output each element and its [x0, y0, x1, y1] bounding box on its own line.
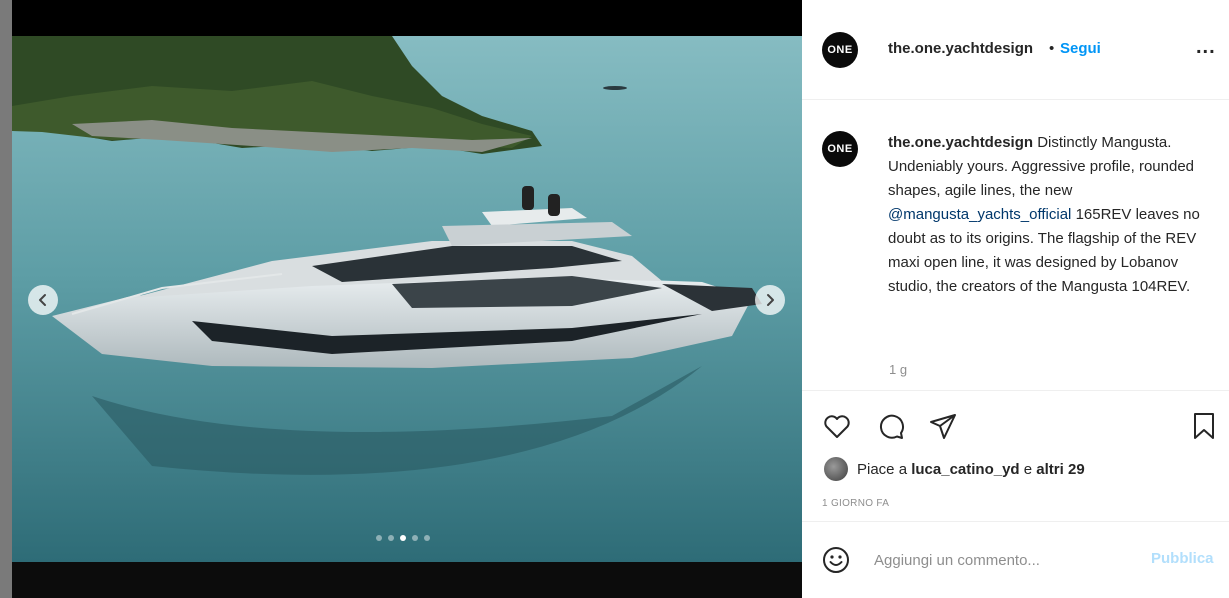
likes-joiner: e — [1023, 460, 1033, 478]
likes-others-link[interactable]: altri 29 — [1036, 461, 1084, 478]
comment-composer: Pubblica — [802, 521, 1229, 598]
paper-plane-icon[interactable] — [928, 411, 958, 441]
post-header: ONE the.one.yachtdesign • Segui ... — [802, 0, 1229, 100]
header-separator: • — [1049, 40, 1055, 57]
caption-mention-link[interactable]: @mangusta_yachts_official — [888, 206, 1071, 223]
carousel-dot — [412, 535, 418, 541]
carousel-dot — [376, 535, 382, 541]
author-username-link[interactable]: the.one.yachtdesign — [888, 40, 1033, 57]
heart-icon[interactable] — [822, 411, 852, 441]
caption-timestamp[interactable]: 1 g — [889, 362, 907, 377]
more-options-button[interactable]: ... — [1196, 36, 1216, 59]
carousel-dots — [376, 535, 430, 541]
likes-prefix: Piace a — [857, 460, 908, 478]
post-caption: the.one.yachtdesign Distinctly Mangusta.… — [888, 131, 1214, 299]
yacht-photo-illustration — [12, 36, 802, 562]
emoji-smile-icon[interactable] — [822, 546, 850, 574]
bookmark-icon[interactable] — [1189, 411, 1219, 441]
comment-bubble-icon[interactable] — [876, 411, 906, 441]
media-bottom-strip — [12, 562, 802, 598]
likes-summary: Piace a luca_catino_yd e altri 29 — [824, 457, 1085, 481]
chevron-right-icon — [767, 294, 774, 306]
post-actions: Piace a luca_catino_yd e altri 29 1 GIOR… — [802, 390, 1229, 598]
liker-avatar[interactable] — [824, 457, 848, 481]
post-photo — [12, 36, 802, 562]
carousel-dot — [424, 535, 430, 541]
likes-text: Piace a luca_catino_yd e altri 29 — [857, 461, 1085, 478]
post-media — [0, 0, 802, 598]
follow-button[interactable]: Segui — [1060, 40, 1101, 57]
avatar-logo-text: ONE — [827, 44, 853, 56]
carousel-prev-button[interactable] — [28, 285, 58, 315]
carousel-dot — [400, 535, 406, 541]
liker-username-link[interactable]: luca_catino_yd — [911, 461, 1019, 478]
author-avatar[interactable]: ONE — [822, 32, 858, 68]
comment-input[interactable] — [874, 548, 1134, 572]
publish-button[interactable]: Pubblica — [1151, 550, 1214, 567]
carousel-dot — [388, 535, 394, 541]
post-date[interactable]: 1 GIORNO FA — [822, 498, 889, 509]
caption-username-link[interactable]: the.one.yachtdesign — [888, 134, 1033, 151]
caption-author-avatar[interactable]: ONE — [822, 131, 858, 167]
media-edge — [0, 0, 12, 598]
carousel-next-button[interactable] — [755, 285, 785, 315]
avatar-logo-text: ONE — [827, 143, 853, 155]
chevron-left-icon — [39, 294, 46, 306]
post-side-panel: ONE the.one.yachtdesign • Segui ... ONE … — [802, 0, 1229, 598]
